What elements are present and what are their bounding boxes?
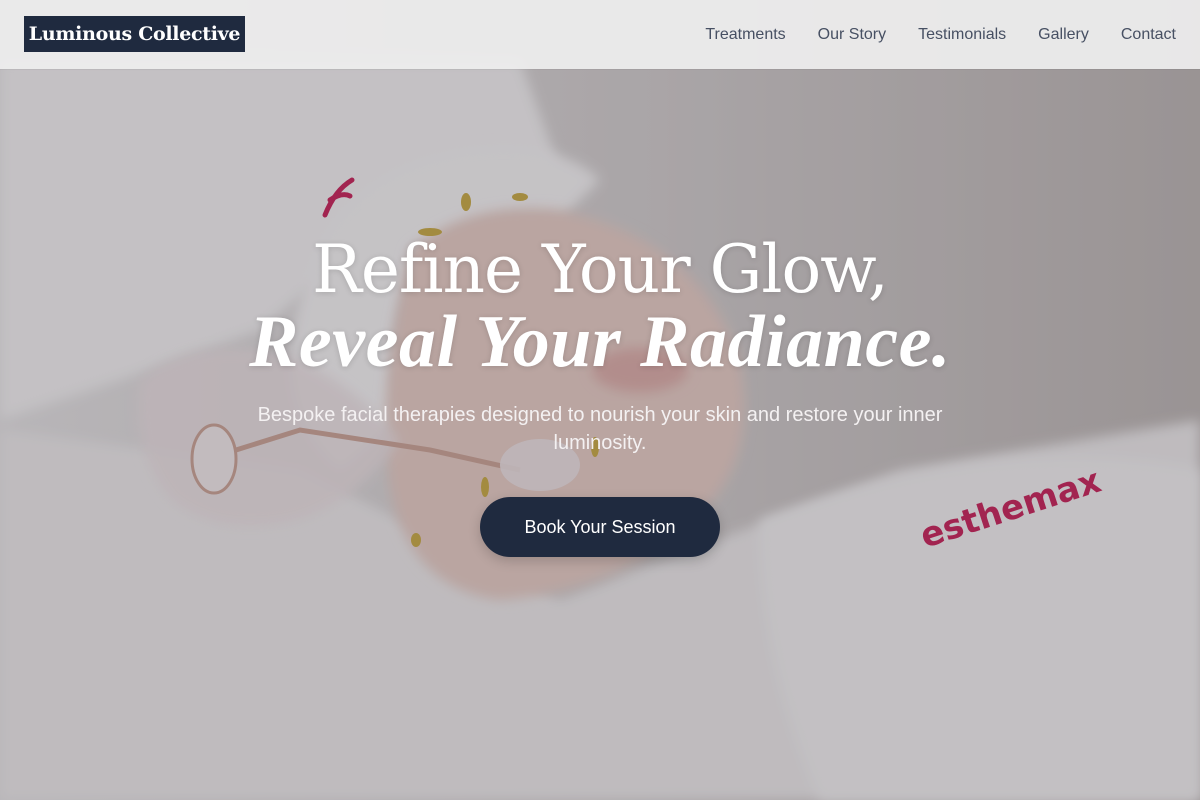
hero-headline-line2: Reveal Your Radiance. <box>249 301 951 383</box>
nav-link-gallery[interactable]: Gallery <box>1038 26 1089 44</box>
nav-link-our-story[interactable]: Our Story <box>818 26 886 44</box>
book-session-button[interactable]: Book Your Session <box>480 497 720 557</box>
nav-link-contact[interactable]: Contact <box>1121 26 1176 44</box>
hero-headline-line1: Refine Your Glow, <box>312 231 889 308</box>
nav-link-treatments[interactable]: Treatments <box>705 26 785 44</box>
main-nav: Treatments Our Story Testimonials Galler… <box>673 0 1176 69</box>
hero-subtitle: Bespoke facial therapies designed to nou… <box>257 404 943 454</box>
brand-logo[interactable]: Luminous Collective <box>24 16 245 52</box>
nav-link-testimonials[interactable]: Testimonials <box>918 26 1006 44</box>
hero-content: Refine Your Glow, Reveal Your Radiance. … <box>0 232 1200 557</box>
site-header: Luminous Collective Treatments Our Story… <box>0 0 1200 69</box>
